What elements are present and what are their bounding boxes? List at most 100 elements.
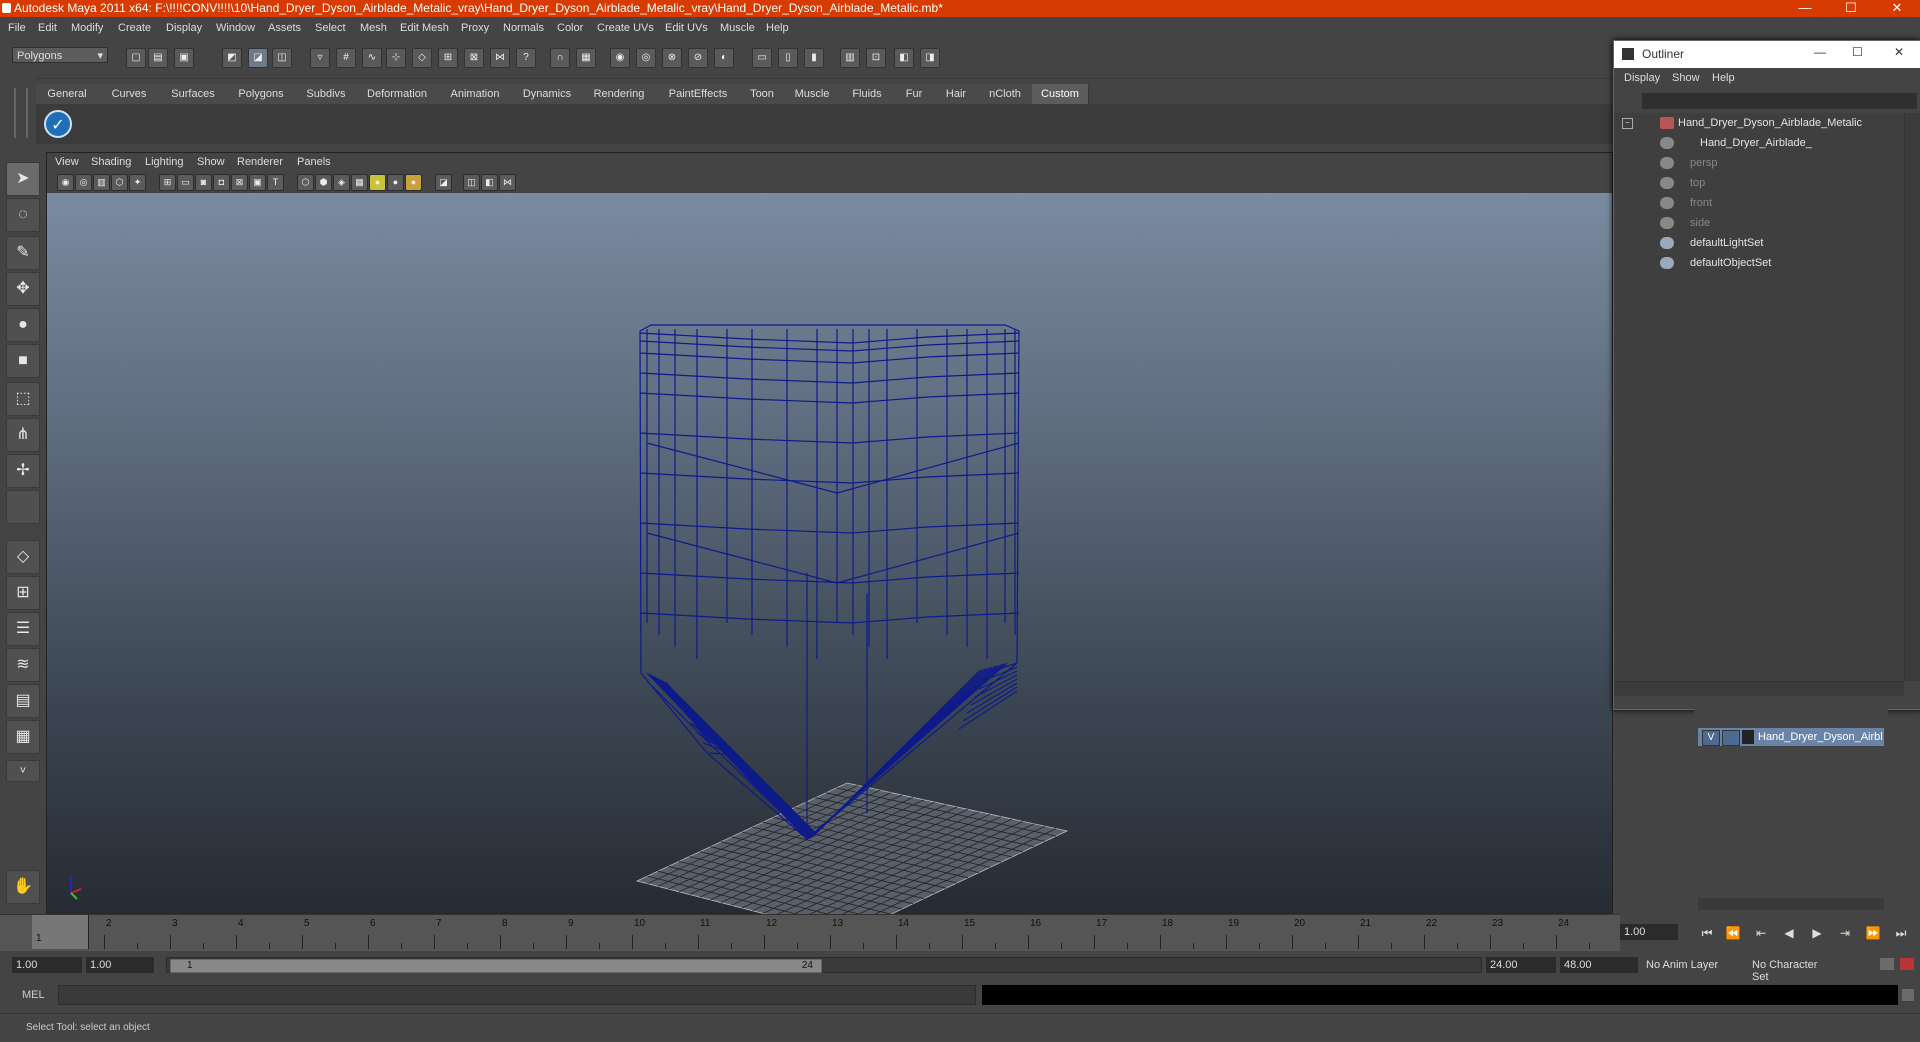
menu-assets[interactable]: Assets [268, 22, 301, 34]
snap-point-icon[interactable]: ⊹ [386, 48, 406, 68]
mel-input[interactable] [58, 985, 976, 1005]
hand-tool-icon[interactable]: ✋ [6, 870, 40, 904]
layer-scrollbar[interactable] [1698, 898, 1884, 910]
tool-settings-icon[interactable]: ▥ [840, 48, 860, 68]
menu-edit[interactable]: Edit [38, 22, 57, 34]
filter-icon[interactable]: ▿ [310, 48, 330, 68]
tab-deformation[interactable]: Deformation [356, 84, 439, 104]
hand-dryer-wireframe[interactable] [639, 324, 1020, 840]
two-d-pan-icon[interactable]: ✦ [129, 174, 146, 191]
hypershade-layout-icon[interactable]: ▤ [6, 684, 40, 718]
film-gate-icon[interactable]: ▭ [177, 174, 194, 191]
viewport-menu-view[interactable]: View [55, 156, 79, 168]
open-scene-icon[interactable]: ▤ [148, 48, 168, 68]
viewport-menu-show[interactable]: Show [197, 156, 225, 168]
outliner-vertical-scrollbar[interactable] [1904, 113, 1920, 681]
playback-start-field[interactable]: 1.00 [86, 957, 154, 973]
viewport-scene[interactable] [47, 193, 1612, 915]
menu-select[interactable]: Select [315, 22, 346, 34]
isolate-select-icon[interactable]: ◪ [435, 174, 452, 191]
go-to-start-button[interactable]: ⏮ [1696, 924, 1718, 942]
grid-toggle-icon[interactable]: ⊞ [159, 174, 176, 191]
workspace-icon[interactable]: ◨ [920, 48, 940, 68]
menu-edit-uvs[interactable]: Edit UVs [665, 22, 708, 34]
image-plane-icon[interactable]: ⬡ [111, 174, 128, 191]
select-component-icon[interactable]: ◫ [272, 48, 292, 68]
time-slider[interactable]: 123456789101112131415161718192021222324 … [0, 914, 1620, 951]
tab-muscle[interactable]: Muscle [784, 84, 841, 104]
checkmark-icon[interactable]: ✓ [44, 110, 72, 138]
smooth-shade-icon[interactable]: ⬢ [315, 174, 332, 191]
tab-hair[interactable]: Hair [934, 84, 979, 104]
minimize-button[interactable]: — [1782, 0, 1828, 17]
menu-edit-mesh[interactable]: Edit Mesh [400, 22, 449, 34]
menu-normals[interactable]: Normals [503, 22, 544, 34]
perspective-viewport[interactable]: View Shading Lighting Show Renderer Pane… [46, 152, 1613, 916]
play-backwards-button[interactable]: ◀ [1778, 924, 1800, 942]
outliner-minimize-button[interactable]: — [1814, 45, 1826, 59]
bookmark-icon[interactable]: ▥ [93, 174, 110, 191]
default-light-icon[interactable]: ● [369, 174, 386, 191]
mel-label[interactable]: MEL [22, 989, 45, 1001]
outliner-item[interactable]: Hand_Dryer_Airblade_ [1614, 133, 1904, 153]
snap-plane-icon[interactable]: ◇ [412, 48, 432, 68]
step-forward-frame-button[interactable]: ⏩ [1862, 924, 1884, 942]
xray-icon[interactable]: ◫ [463, 174, 480, 191]
outliner-menu-display[interactable]: Display [1624, 72, 1660, 84]
tab-polygons[interactable]: Polygons [226, 84, 297, 104]
outliner-menu-show[interactable]: Show [1672, 72, 1700, 84]
tab-dynamics[interactable]: Dynamics [512, 84, 583, 104]
safe-title-icon[interactable]: T [267, 174, 284, 191]
menu-display[interactable]: Display [166, 22, 202, 34]
tab-surfaces[interactable]: Surfaces [160, 84, 227, 104]
outliner-close-button[interactable]: ✕ [1894, 45, 1904, 59]
menu-set-dropdown[interactable]: Polygons ▾ [12, 47, 108, 63]
tab-custom[interactable]: Custom [1032, 84, 1089, 104]
menu-proxy[interactable]: Proxy [461, 22, 489, 34]
snap-grid-icon[interactable]: # [336, 48, 356, 68]
last-tool-icon[interactable] [6, 490, 40, 524]
menu-color[interactable]: Color [557, 22, 583, 34]
select-hierarchy-icon[interactable]: ◩ [222, 48, 242, 68]
show-manipulator-icon[interactable]: ✢ [6, 454, 40, 488]
channel-box-icon[interactable]: ▯ [778, 48, 798, 68]
collapse-toggle-icon[interactable]: − [1622, 118, 1633, 129]
rotate-tool-icon[interactable]: ● [6, 308, 40, 342]
camera-select-icon[interactable]: ◉ [57, 174, 74, 191]
render-region-icon[interactable]: ◐ [714, 48, 734, 68]
field-chart-icon[interactable]: ⊠ [231, 174, 248, 191]
outliner-item[interactable]: defaultObjectSet [1614, 253, 1904, 273]
lock-selection-icon[interactable]: ▦ [576, 48, 596, 68]
step-back-key-button[interactable]: ⇤ [1750, 924, 1772, 942]
outliner-item[interactable]: persp [1614, 153, 1904, 173]
layout-icon[interactable]: ◧ [894, 48, 914, 68]
save-scene-icon[interactable]: ▣ [174, 48, 194, 68]
play-forwards-button[interactable]: ▶ [1806, 924, 1828, 942]
attribute-editor-icon[interactable]: ▮ [804, 48, 824, 68]
menu-file[interactable]: File [8, 22, 26, 34]
magnet-icon[interactable]: ∩ [550, 48, 570, 68]
tab-painteffects[interactable]: PaintEffects [656, 84, 741, 104]
outliner-filter-input[interactable] [1642, 93, 1917, 109]
menu-help[interactable]: Help [766, 22, 789, 34]
layout-more-icon[interactable]: ˅ [6, 760, 40, 782]
range-slider-handle[interactable]: 1 24 [170, 959, 822, 973]
select-tool-icon[interactable]: ➤ [6, 162, 40, 196]
tab-fur[interactable]: Fur [894, 84, 935, 104]
outliner-horizontal-scrollbar[interactable] [1614, 681, 1904, 696]
step-back-frame-button[interactable]: ⏪ [1722, 924, 1744, 942]
outliner-item[interactable]: top [1614, 173, 1904, 193]
textured-icon[interactable]: ▦ [351, 174, 368, 191]
close-button[interactable]: ✕ [1874, 0, 1920, 17]
lasso-tool-icon[interactable]: ◌ [6, 198, 40, 232]
resolution-gate-icon[interactable]: ◙ [195, 174, 212, 191]
menu-create[interactable]: Create [118, 22, 151, 34]
single-view-layout-icon[interactable]: ◇ [6, 540, 40, 574]
manipulator-tool-icon[interactable]: ⬚ [6, 382, 40, 416]
end-time-field[interactable]: 48.00 [1560, 957, 1638, 973]
current-frame-field[interactable]: 1.00 [1620, 924, 1678, 940]
outliner-item[interactable]: − Hand_Dryer_Dyson_Airblade_Metalic [1614, 113, 1904, 133]
graph-layout-icon[interactable]: ≋ [6, 648, 40, 682]
layer-visibility-toggle[interactable]: V [1702, 730, 1720, 746]
tab-curves[interactable]: Curves [98, 84, 161, 104]
